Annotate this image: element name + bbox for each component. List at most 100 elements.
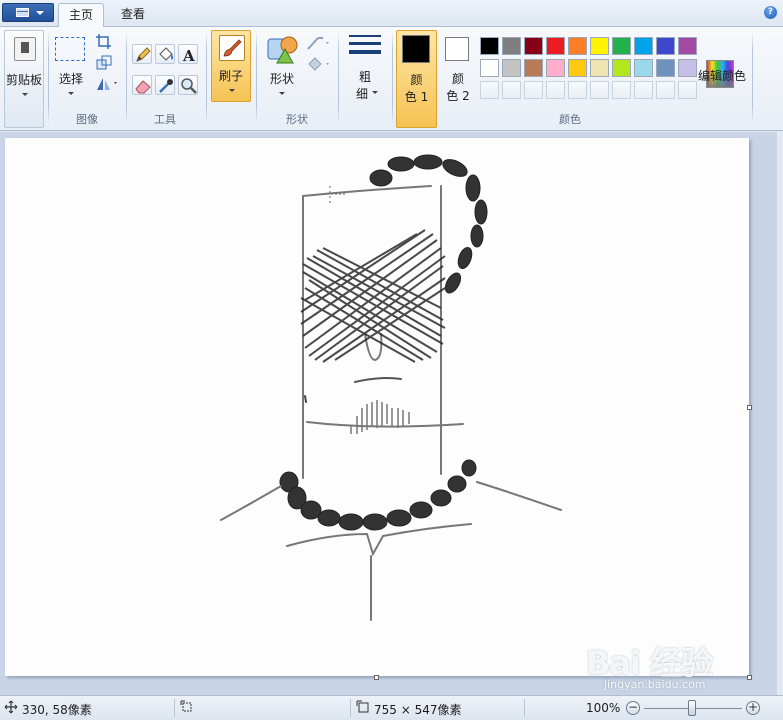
crop-button[interactable] [95, 33, 113, 51]
color1-label-1: 颜 [410, 73, 423, 87]
paste-icon [14, 37, 36, 61]
color-swatch[interactable] [568, 59, 587, 77]
rotate-button[interactable] [95, 75, 119, 93]
color-swatch[interactable] [656, 59, 675, 77]
empty-color-swatch[interactable] [612, 81, 631, 99]
brushes-label: 刷子 [218, 69, 243, 83]
shapes-icon [267, 36, 298, 64]
tools-group: A 工具 [126, 27, 204, 130]
edit-colors-button[interactable]: 编辑颜色 [696, 67, 748, 87]
color-swatch[interactable] [590, 59, 609, 77]
status-divider [174, 699, 175, 717]
tab-home[interactable]: 主页 [58, 3, 104, 28]
empty-color-swatch[interactable] [480, 81, 499, 99]
chevron-down-icon [68, 92, 74, 95]
color-swatch[interactable] [634, 37, 653, 55]
color-swatch[interactable] [634, 59, 653, 77]
app-menu-icon [16, 8, 29, 17]
edit-colors-label: 编辑颜色 [697, 69, 746, 83]
pencil-button[interactable] [132, 44, 152, 64]
select-rectangle-icon [55, 37, 85, 61]
chevron-down-icon [372, 91, 378, 94]
rotate-icon [97, 78, 117, 90]
color2-label-1: 颜 [451, 72, 464, 86]
cursor-position-icon [4, 700, 18, 717]
color-swatch[interactable] [480, 59, 499, 77]
empty-color-swatch[interactable] [546, 81, 565, 99]
eraser-button[interactable] [132, 75, 152, 95]
color1-label-2: 色 1 [404, 90, 429, 104]
tools-group-label: 工具 [154, 113, 176, 126]
text-icon: A [182, 47, 195, 65]
image-group: 选择 图像 [48, 27, 126, 130]
shapes-group-label: 形状 [286, 113, 308, 126]
select-label: 选择 [58, 72, 83, 86]
size-label-2: 细 [355, 87, 368, 101]
resize-handle-right[interactable] [747, 405, 752, 410]
resize-button[interactable] [95, 54, 113, 72]
status-divider [524, 699, 525, 717]
empty-color-swatch[interactable] [502, 81, 521, 99]
color-swatch[interactable] [546, 37, 565, 55]
ribbon-tab-bar: 主页 查看 ? [0, 0, 783, 28]
empty-color-swatch[interactable] [524, 81, 543, 99]
vertical-scrollbar[interactable] [777, 132, 783, 695]
help-icon[interactable]: ? [764, 6, 777, 19]
color-swatch[interactable] [524, 37, 543, 55]
shapes-button[interactable]: 形状 [262, 30, 302, 102]
empty-color-swatch[interactable] [590, 81, 609, 99]
empty-color-swatch[interactable] [678, 81, 697, 99]
color-swatch[interactable] [502, 59, 521, 77]
clipboard-button[interactable]: 剪贴板 [4, 30, 44, 128]
color-swatch[interactable] [612, 59, 631, 77]
color-picker-button[interactable] [155, 75, 175, 95]
magnifier-button[interactable] [178, 75, 198, 95]
crop-icon [96, 34, 111, 49]
eraser-icon [135, 80, 151, 94]
svg-text:A: A [182, 47, 195, 65]
ribbon: 剪贴板 选择 图像 A 工具 刷子 形状 形状 粗 细 颜 色 1 颜 色 2 … [0, 27, 783, 131]
color2-button[interactable]: 颜 色 2 [439, 30, 477, 128]
chevron-down-icon [229, 89, 235, 92]
color2-label-2: 色 2 [446, 89, 470, 103]
color-swatch[interactable] [568, 37, 587, 55]
color-swatch[interactable] [612, 37, 631, 55]
color-swatch[interactable] [546, 59, 565, 77]
color-swatch[interactable] [502, 37, 521, 55]
color-swatch[interactable] [590, 37, 609, 55]
tab-view[interactable]: 查看 [111, 3, 155, 28]
zoom-slider-thumb[interactable] [688, 700, 696, 716]
color1-button[interactable]: 颜 色 1 [396, 30, 437, 128]
app-menu-button[interactable] [2, 3, 54, 22]
image-size-icon [356, 700, 370, 717]
chevron-down-icon [22, 93, 28, 96]
watermark: Bai 经验 jingyan.baidu.com [586, 638, 756, 694]
empty-color-swatch[interactable] [634, 81, 653, 99]
outline-button[interactable] [306, 34, 332, 52]
status-bar: 330, 58像素 755 × 547像素 100% − + [0, 695, 783, 720]
color-swatch[interactable] [678, 37, 697, 55]
color-swatch[interactable] [480, 37, 499, 55]
text-button[interactable]: A [178, 44, 198, 65]
zoom-in-button[interactable]: + [746, 701, 760, 715]
fill-style-button[interactable] [306, 55, 332, 73]
color-swatch[interactable] [524, 59, 543, 77]
brush-icon [219, 35, 245, 61]
drawing-canvas[interactable] [5, 138, 749, 676]
zoom-out-button[interactable]: − [626, 701, 640, 715]
brushes-button[interactable]: 刷子 [211, 30, 251, 102]
chevron-down-icon [36, 11, 44, 15]
shapes-label: 形状 [269, 72, 294, 86]
fill-button[interactable] [155, 44, 175, 64]
color2-swatch [445, 37, 469, 61]
size-button[interactable]: 粗 细 [342, 30, 388, 102]
color-swatch[interactable] [656, 37, 675, 55]
chevron-down-icon [279, 92, 285, 95]
resize-handle-bottom[interactable] [374, 675, 379, 680]
color-swatch[interactable] [678, 59, 697, 77]
empty-color-swatch[interactable] [656, 81, 675, 99]
select-button[interactable]: 选择 [51, 30, 91, 102]
magnifier-icon [181, 78, 197, 94]
resize-icon [96, 55, 112, 70]
empty-color-swatch[interactable] [568, 81, 587, 99]
